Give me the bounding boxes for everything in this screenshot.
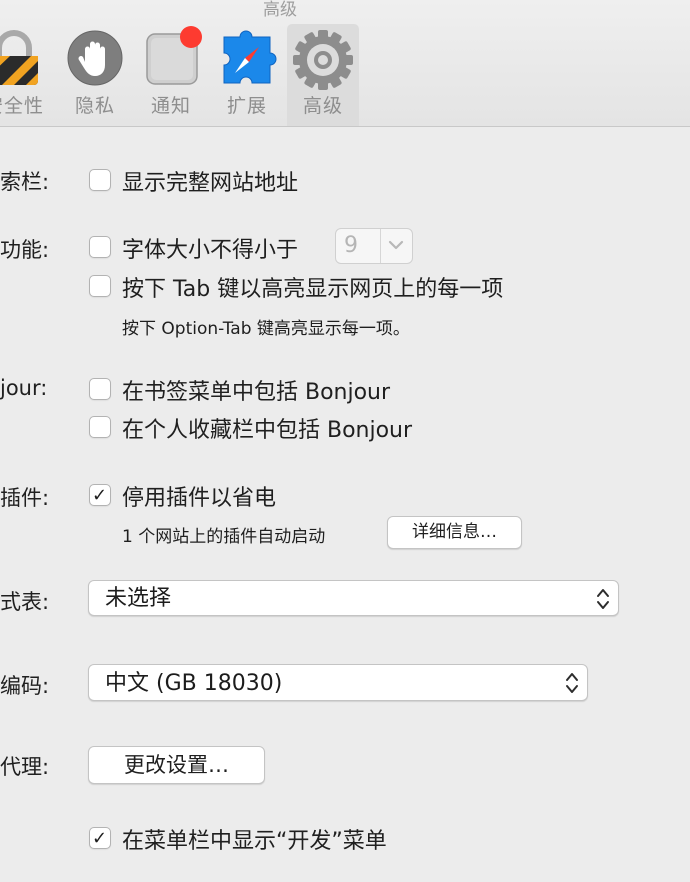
plugins-label: 插件: [0,486,50,510]
toolbar-item-advanced[interactable]: 高级 [287,24,359,126]
toolbar-item-extensions[interactable]: 扩展 [211,24,283,126]
window-title: 高级 [263,0,297,20]
plugin-power-saving-label: 停用插件以省电 [122,486,277,511]
toolbar-item-security[interactable]: 安全性 [0,24,50,126]
tab-highlight-label: 按下 Tab 键以高亮显示网页上的每一项 [122,277,504,302]
address-bar-label: 索栏: [0,170,50,194]
proxies-label: 代理: [0,755,50,779]
preferences-toolbar: 高级 安全性 隐私 通知 扩展 [0,0,690,127]
show-develop-menu-label: 在菜单栏中显示“开发”菜单 [122,829,387,854]
select-divider [380,229,381,263]
stylesheet-label: 式表: [0,590,50,614]
compass-puzzle-icon [223,30,277,84]
min-font-size-checkbox[interactable] [89,236,111,258]
accessibility-label: 功能: [0,238,50,262]
gear-icon [293,30,353,90]
notification-badge [180,26,202,48]
bonjour-bookmarks-menu-checkbox[interactable] [89,378,111,400]
min-font-size-value: 9 [344,233,358,258]
bonjour-favorites-bar-checkbox[interactable] [89,416,111,438]
show-full-address-label: 显示完整网站地址 [122,171,299,196]
toolbar-label-notifications: 通知 [150,95,191,117]
toolbar-item-privacy[interactable]: 隐私 [59,24,131,126]
plugins-autostart-info: 1 个网站上的插件自动启动 [122,527,326,547]
bonjour-bookmarks-menu-label: 在书签菜单中包括 Bonjour [122,380,391,405]
hand-icon [67,30,123,86]
plugin-details-button[interactable]: 详细信息… [387,516,522,549]
show-full-address-checkbox[interactable] [89,169,111,191]
encoding-value: 中文 (GB 18030) [105,671,283,696]
toolbar-label-security: 安全性 [0,95,44,117]
show-develop-menu-checkbox[interactable]: ✓ [89,827,111,849]
toolbar-label-advanced: 高级 [302,95,343,117]
plugin-power-saving-checkbox[interactable]: ✓ [89,484,111,506]
encoding-popup[interactable]: 中文 (GB 18030) [88,664,588,701]
toolbar-label-extensions: 扩展 [226,95,267,117]
min-font-size-select[interactable]: 9 [335,228,413,264]
min-font-size-label: 字体大小不得小于 [122,238,299,263]
chevron-down-icon [388,240,404,250]
checkmark-icon: ✓ [92,828,108,849]
option-tab-hint: 按下 Option-Tab 键高亮显示每一项。 [122,319,410,339]
encoding-label: 编码: [0,674,50,698]
popup-arrows-icon [566,673,578,693]
change-proxy-settings-button[interactable]: 更改设置… [88,746,265,784]
bonjour-favorites-bar-label: 在个人收藏栏中包括 Bonjour [122,418,413,443]
toolbar-item-notifications[interactable]: 通知 [135,24,207,126]
notification-icon [146,26,202,85]
bonjour-label: jour: [0,376,48,400]
popup-arrows-icon [597,589,609,609]
tab-highlight-checkbox[interactable] [89,275,111,297]
toolbar-label-privacy: 隐私 [74,95,115,117]
lock-icon [0,30,38,85]
stylesheet-popup[interactable]: 未选择 [88,580,619,616]
checkmark-icon: ✓ [92,485,108,506]
stylesheet-value: 未选择 [105,586,172,611]
